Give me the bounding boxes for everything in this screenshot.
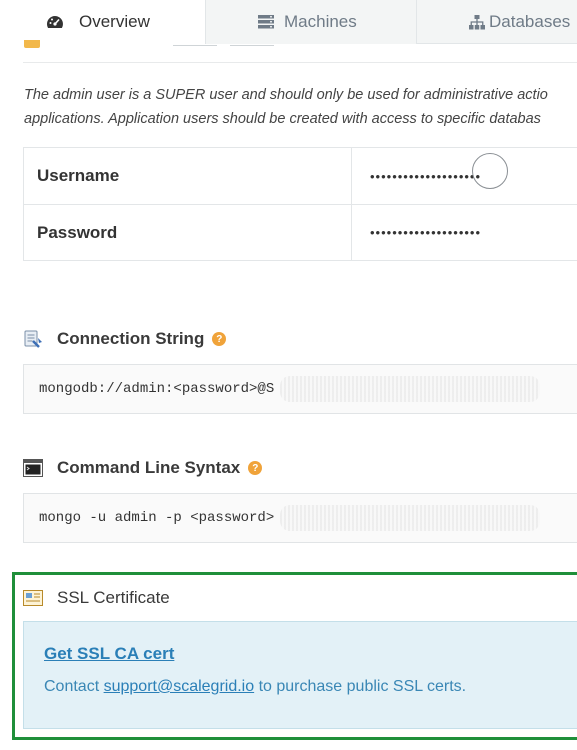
cursor-highlight bbox=[472, 153, 508, 189]
connection-string-icon bbox=[23, 329, 43, 349]
ssl-certificate-title: SSL Certificate bbox=[57, 588, 170, 607]
tab-overview-label: Overview bbox=[79, 12, 150, 31]
password-value[interactable]: •••••••••••••••••••• bbox=[352, 205, 577, 260]
certificate-icon bbox=[23, 588, 43, 608]
ssl-info-panel: Get SSL CA cert Contact support@scalegri… bbox=[23, 621, 577, 729]
sitemap-icon bbox=[469, 15, 485, 34]
ssl-contact-suffix: to purchase public SSL certs. bbox=[254, 678, 467, 695]
help-icon[interactable]: ? bbox=[212, 332, 227, 346]
ssl-certificate-heading: SSL Certificate bbox=[23, 588, 170, 608]
username-label: Username bbox=[24, 148, 352, 204]
command-line-field[interactable]: mongo -u admin -p <password> bbox=[23, 493, 577, 543]
username-value[interactable]: •••••••••••••••••••• bbox=[352, 148, 577, 204]
terminal-icon bbox=[23, 458, 43, 478]
command-line-value: mongo -u admin -p <password> bbox=[39, 510, 275, 526]
connection-string-heading: Connection String ? bbox=[23, 329, 227, 349]
get-ssl-ca-cert-link[interactable]: Get SSL CA cert bbox=[44, 644, 174, 664]
ssl-contact-text: Contact support@scalegrid.io to purchase… bbox=[44, 678, 466, 696]
connection-string-field[interactable]: mongodb://admin:<password>@S bbox=[23, 364, 577, 414]
server-icon bbox=[258, 15, 274, 33]
ssl-contact-prefix: Contact bbox=[44, 678, 104, 695]
tab-machines-label: Machines bbox=[284, 12, 357, 31]
support-email-link[interactable]: support@scalegrid.io bbox=[104, 678, 255, 695]
redacted-region bbox=[280, 505, 541, 531]
partial-control bbox=[173, 40, 217, 46]
admin-user-note: The admin user is a SUPER user and shoul… bbox=[24, 83, 577, 131]
divider bbox=[23, 62, 577, 63]
admin-note-line-1: The admin user is a SUPER user and shoul… bbox=[24, 87, 548, 103]
key-icon bbox=[24, 40, 40, 48]
dashboard-icon bbox=[46, 14, 64, 34]
connection-string-title: Connection String bbox=[57, 329, 205, 348]
tab-databases[interactable]: Databases bbox=[416, 0, 577, 44]
tab-machines[interactable]: Machines bbox=[205, 0, 416, 44]
password-row: Password •••••••••••••••••••• bbox=[24, 204, 577, 260]
tab-databases-label: Databases bbox=[489, 11, 571, 31]
partial-control bbox=[230, 40, 274, 46]
help-icon[interactable]: ? bbox=[248, 461, 263, 475]
tab-overview[interactable]: Overview bbox=[0, 0, 205, 44]
command-line-heading: Command Line Syntax ? bbox=[23, 458, 263, 478]
redacted-region bbox=[280, 376, 541, 402]
admin-note-line-2: applications. Application users should b… bbox=[24, 111, 541, 127]
connection-string-value: mongodb://admin:<password>@S bbox=[39, 381, 275, 397]
password-label: Password bbox=[24, 205, 352, 260]
command-line-title: Command Line Syntax bbox=[57, 458, 241, 477]
tab-bar: Overview Machines Databases bbox=[0, 0, 577, 44]
